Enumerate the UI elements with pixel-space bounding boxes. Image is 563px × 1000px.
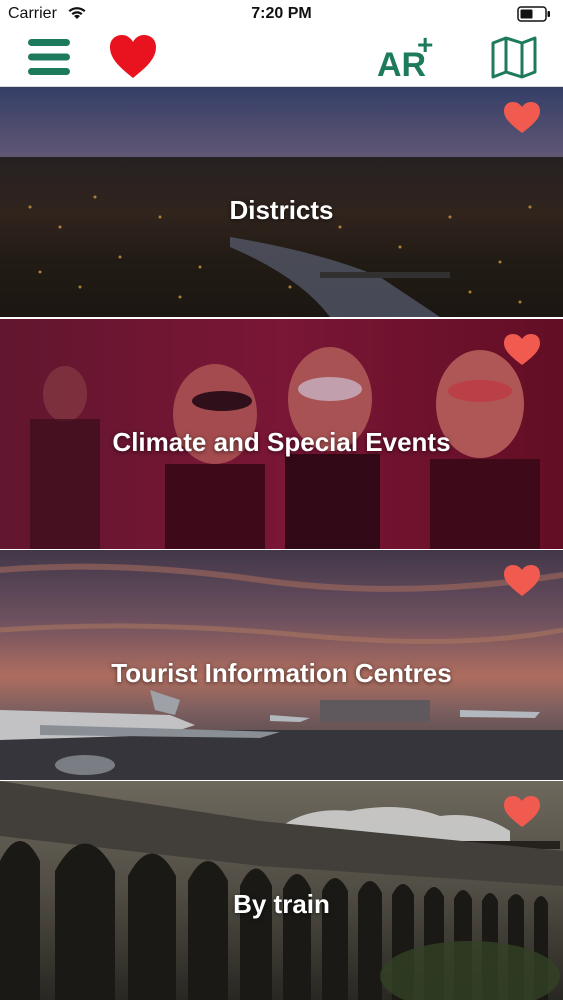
category-title: Districts <box>229 195 334 225</box>
battery-icon <box>517 6 550 22</box>
favorites-heart-icon[interactable] <box>108 34 158 80</box>
ar-plus-button[interactable]: AR + <box>375 32 441 82</box>
map-icon[interactable] <box>490 35 538 79</box>
category-card-districts[interactable]: Districts <box>0 87 563 317</box>
heart-icon[interactable] <box>503 795 541 829</box>
ar-plus-icon: + <box>417 32 433 60</box>
heart-icon[interactable] <box>503 564 541 598</box>
category-title: Tourist Information Centres <box>111 658 452 688</box>
category-list: Districts Climate and Special Events Tou… <box>0 87 563 1000</box>
status-bar: Carrier 7:20 PM <box>0 0 563 30</box>
category-title: By train <box>233 889 330 919</box>
category-title: Climate and Special Events <box>112 427 451 457</box>
category-card-tourist-info[interactable]: Tourist Information Centres <box>0 550 563 780</box>
category-card-by-train[interactable]: By train <box>0 781 563 1000</box>
menu-icon[interactable] <box>26 36 72 78</box>
category-card-climate-events[interactable]: Climate and Special Events <box>0 319 563 549</box>
heart-icon[interactable] <box>503 333 541 367</box>
nav-bar: AR + <box>0 30 563 87</box>
heart-icon[interactable] <box>503 101 541 135</box>
clock: 7:20 PM <box>251 5 312 22</box>
